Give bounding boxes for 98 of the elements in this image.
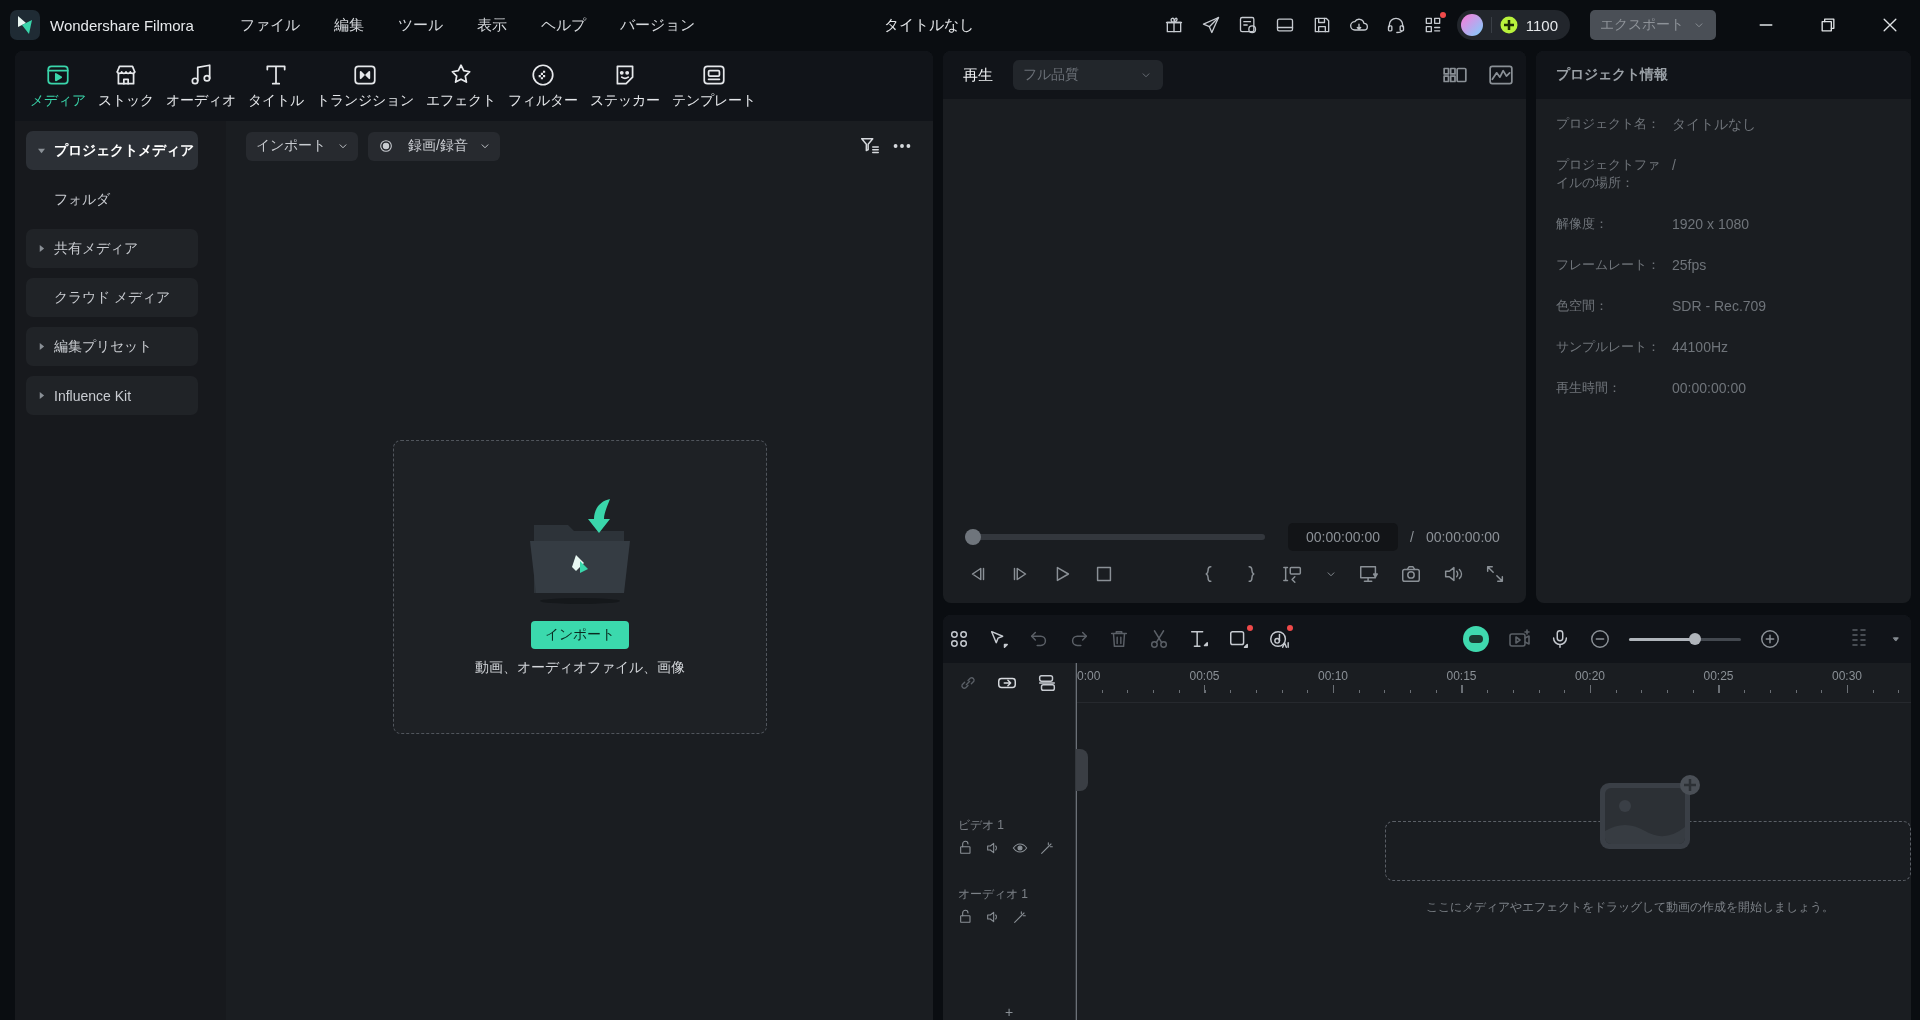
gift-icon[interactable] <box>1163 15 1184 35</box>
play-square-icon <box>45 62 71 88</box>
track-name: オーディオ 1 <box>958 886 1029 903</box>
sidebar-item[interactable]: 共有メディア <box>26 229 198 268</box>
current-time[interactable]: 00:00:00:00 <box>1288 523 1398 551</box>
fullscreen-icon[interactable] <box>1484 563 1506 585</box>
notification-dot <box>1287 625 1293 631</box>
checklist-clock-icon[interactable] <box>1237 15 1258 35</box>
zoom-in-icon[interactable] <box>1759 628 1782 650</box>
text-tool-icon[interactable] <box>1188 628 1210 650</box>
scissors-icon[interactable] <box>1148 628 1170 650</box>
sidebar-item[interactable]: 編集プリセット <box>26 327 198 366</box>
sidebar-item[interactable]: フォルダ <box>26 180 198 219</box>
avatar <box>1460 14 1483 36</box>
robot-icon[interactable] <box>1463 626 1490 652</box>
zoom-out-icon[interactable] <box>1589 628 1612 650</box>
record-icon <box>378 138 394 154</box>
checker-circle-icon <box>530 62 556 88</box>
info-value: SDR - Rec.709 <box>1672 297 1767 315</box>
window-title: タイトルなし <box>884 15 975 35</box>
app-logo <box>10 10 40 40</box>
letter-t-icon <box>263 62 289 88</box>
info-value: 25fps <box>1672 256 1707 274</box>
info-value: 44100Hz <box>1672 338 1729 356</box>
waveform-image-icon[interactable] <box>1488 62 1514 88</box>
info-value: / <box>1672 156 1676 175</box>
bowtie-square-icon <box>352 62 378 88</box>
info-label: 色空間： <box>1556 297 1609 315</box>
playback-slider[interactable] <box>965 529 1265 545</box>
ruler-label: 00:15 <box>1445 669 1478 683</box>
info-label: プロジェクト名： <box>1556 115 1661 133</box>
media-tab[interactable]: ストック <box>93 58 159 114</box>
ruler-label: 00:05 <box>1188 669 1221 683</box>
plus-coin-icon <box>1499 16 1518 34</box>
media-tab[interactable]: オーディオ <box>161 58 241 114</box>
media-tab[interactable]: エフェクト <box>421 58 501 114</box>
import-button[interactable]: インポート <box>530 621 629 649</box>
info-label: 再生時間： <box>1556 379 1622 397</box>
menu-item[interactable]: バージョン <box>620 15 695 35</box>
player-tab[interactable]: 再生 <box>963 65 993 85</box>
track-name: ビデオ 1 <box>958 817 1005 834</box>
media-tab[interactable]: メディア <box>25 58 91 114</box>
time-separator: / <box>1410 529 1414 545</box>
menu-item[interactable]: ファイル <box>240 15 300 35</box>
pointer-icon[interactable] <box>988 628 1010 650</box>
zoom-slider[interactable] <box>1629 633 1742 645</box>
sidebar-item[interactable]: プロジェクトメディア <box>26 131 198 170</box>
drop-hint: ここにメディアやエフェクトをドラッグして動画の作成を開始しましょう。 <box>1426 899 1834 916</box>
sidebar-item[interactable]: クラウド メディア <box>26 278 198 317</box>
ai-music-icon[interactable] <box>1268 628 1290 650</box>
media-tab[interactable]: テンプレート <box>667 58 761 114</box>
headset-icon[interactable] <box>1385 15 1406 35</box>
lock-icon[interactable] <box>958 840 974 856</box>
media-tab[interactable]: フィルター <box>503 58 583 114</box>
info-label: フレームレート： <box>1556 256 1661 274</box>
trash-icon[interactable] <box>1108 628 1130 650</box>
notification-dot <box>1439 12 1446 18</box>
app-name: Wondershare Filmora <box>50 16 195 34</box>
import-hint: 動画、オーディオファイル、画像 <box>474 659 685 677</box>
media-dropzone[interactable]: インポート 動画、オーディオファイル、画像 <box>392 440 767 734</box>
magic-wand-icon[interactable] <box>1039 840 1055 856</box>
layout-icon[interactable] <box>948 628 970 650</box>
menu-item[interactable]: 表示 <box>477 15 507 35</box>
camera-icon[interactable] <box>1400 563 1422 585</box>
display-icon[interactable] <box>1358 563 1380 585</box>
info-value: 00:00:00:00 <box>1672 379 1746 397</box>
ruler-label: 00:20 <box>1574 669 1606 683</box>
menu-item[interactable]: 編集 <box>334 15 364 35</box>
info-value: 1920 x 1080 <box>1672 215 1750 233</box>
media-tab[interactable]: ステッカー <box>585 58 665 114</box>
sidebar-item[interactable]: Influence Kit <box>26 376 198 415</box>
info-label: サンプルレート： <box>1556 338 1661 356</box>
media-tab[interactable]: タイトル <box>243 58 309 114</box>
ruler-label: 00:30 <box>1831 669 1863 683</box>
record-dropdown[interactable]: 録画/録音 <box>368 131 500 161</box>
panel-title: プロジェクト情報 <box>1536 51 1912 99</box>
credit-count: 1100 <box>1525 16 1558 34</box>
credits-pill[interactable]: 1100 <box>1456 10 1570 40</box>
notification-dot <box>1247 625 1253 631</box>
eye-icon[interactable] <box>1012 840 1028 856</box>
template-icon <box>701 62 727 88</box>
track-split-icon[interactable] <box>1036 672 1058 694</box>
lock-icon[interactable] <box>958 909 974 925</box>
import-dropdown[interactable]: インポート <box>246 131 358 161</box>
info-label: 解像度： <box>1556 215 1609 233</box>
info-value: タイトルなし <box>1672 115 1756 133</box>
ruler-label: 00:25 <box>1702 669 1735 683</box>
media-tab[interactable]: トランジション <box>311 58 419 114</box>
track-drop-area[interactable] <box>1385 773 1912 881</box>
add-track-button[interactable]: + <box>943 1004 1075 1020</box>
paper-plane-icon[interactable] <box>1200 15 1221 35</box>
magic-wand-icon[interactable] <box>1012 909 1028 925</box>
ruler-label: 00:10 <box>1317 669 1349 683</box>
info-label: プロジェクトファイルの場所： <box>1556 156 1661 192</box>
menu-item[interactable]: ヘルプ <box>541 15 586 35</box>
crop-square-icon[interactable] <box>1228 628 1250 650</box>
total-time: 00:00:00:00 <box>1425 529 1500 545</box>
menu-item[interactable]: ツール <box>398 15 443 35</box>
